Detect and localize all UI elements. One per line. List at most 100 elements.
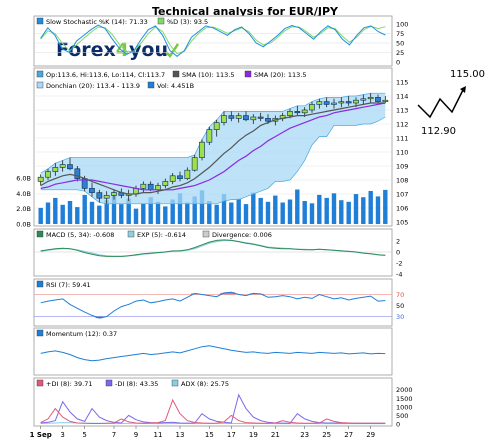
volume-bar [67, 201, 73, 224]
stochastic-tick-label: 75 [396, 30, 404, 38]
macd-tick-label: -2 [396, 260, 402, 268]
adx-tick-label: 2000 [396, 386, 413, 394]
candle-body [309, 104, 315, 111]
adx-legend-mdi-swatch [105, 379, 113, 387]
price-legend-ohlc-swatch [36, 70, 44, 78]
candle-body [89, 188, 95, 193]
volume-bar [155, 201, 161, 224]
price-tick-label: 112 [396, 121, 408, 129]
x-axis-tick-label: 29 [366, 431, 375, 439]
volume-bar [236, 198, 241, 224]
candle-body [345, 101, 352, 104]
price-tick-label: 111 [396, 135, 408, 143]
volume-bar [339, 200, 344, 224]
adx-legend-pdi: +DI (8): 39.71 [46, 380, 93, 388]
rsi-legend-swatch [36, 280, 44, 288]
candle-body [294, 111, 301, 114]
svg-text:Forex4you: Forex4you [56, 39, 168, 61]
candle-body [265, 118, 271, 122]
macd-legend-macd-swatch [36, 230, 44, 238]
volume-bar [133, 208, 139, 224]
candle-body [250, 116, 257, 121]
volume-bar [280, 202, 285, 224]
volume-bar [75, 207, 80, 224]
volume-bar [45, 202, 51, 224]
x-axis-tick-label: 15 [205, 431, 214, 439]
volume-tick-label: 6.0B [16, 175, 31, 183]
candle-body [147, 183, 154, 191]
candle-body [316, 101, 323, 105]
x-axis-tick-label: 21 [271, 431, 280, 439]
stochastic-legend-d: %D (3): 93.5 [167, 18, 208, 26]
volume-bar [375, 196, 381, 224]
x-axis-tick-label: 23 [300, 431, 309, 439]
candle-body [184, 169, 191, 179]
volume-bar [141, 203, 146, 224]
rsi-tick-label: 30 [396, 313, 404, 321]
candle-body [111, 192, 117, 196]
candle-body [353, 99, 359, 104]
momentum-legend-swatch [36, 329, 44, 337]
candle-body [96, 192, 103, 199]
volume-bar [346, 201, 351, 224]
price-legend-ohlc: Op:113.6, Hi:113.6, Lo:114, Cl:113.7 [46, 71, 165, 79]
price-legend-volume: Vol: 4.451B [157, 82, 194, 90]
volume-bar [368, 191, 373, 224]
volume-bar [273, 195, 278, 224]
candle-body [213, 122, 220, 130]
price-legend-sma10: SMA (10): 113.5 [182, 71, 234, 79]
volume-tick-label: 2.0B [16, 205, 31, 213]
volume-bar [89, 201, 95, 224]
price-tick-label: 110 [396, 149, 408, 157]
price-legend-volume-swatch [147, 81, 155, 89]
forex4you-logo: Forex4you [56, 39, 180, 61]
candle-body [59, 164, 66, 168]
price-tick-label: 107 [396, 191, 408, 199]
x-axis-tick-label: 25 [322, 431, 331, 439]
price-legend-sma20-swatch [244, 70, 252, 78]
adx-legend-mdi: -DI (8): 43.35 [115, 380, 158, 388]
volume-bar [324, 197, 329, 224]
adx-tick-label: 1000 [396, 403, 413, 411]
candle-body [235, 115, 242, 119]
x-axis-tick-label: 13 [176, 431, 185, 439]
x-axis-tick-label: 11 [154, 431, 163, 439]
volume-bar [331, 193, 337, 224]
price-legend-sma20: SMA (20): 113.5 [254, 71, 306, 79]
volume-bar [185, 202, 190, 224]
candle-body [199, 141, 205, 158]
adx-tick-label: 500 [396, 412, 408, 420]
macd-legend-divergence: Divergence: 0.006 [212, 231, 272, 239]
price-tick-label: 106 [396, 205, 408, 213]
x-axis-tick-label: 17 [227, 431, 236, 439]
candle-body [45, 171, 51, 178]
stochastic-tick-label: 0 [396, 59, 400, 67]
candle-body [67, 164, 73, 170]
momentum-legend: Momentum (12): 0.37 [46, 330, 117, 338]
price-tick-label: 113 [396, 107, 408, 115]
candle-body [243, 115, 249, 121]
volume-bar [295, 189, 300, 224]
x-axis-tick-label: 9 [134, 431, 138, 439]
candle-body [301, 109, 308, 114]
volume-bar [265, 201, 271, 224]
candle-body [221, 115, 227, 123]
x-axis-tick-label: 27 [344, 431, 353, 439]
candle-body [228, 115, 235, 119]
candle-body [323, 101, 330, 105]
volume-bar [353, 194, 359, 224]
price-tick-label: 109 [396, 163, 408, 171]
candle-body [169, 175, 176, 182]
stochastic-legend-d-swatch [157, 17, 165, 25]
candle-body [37, 176, 44, 182]
volume-bar [287, 199, 293, 224]
volume-bar [317, 194, 322, 224]
candle-body [155, 185, 161, 191]
stochastic-legend-k: Slow Stochastic %K (14): 71.33 [46, 18, 148, 26]
volume-bar [309, 203, 315, 224]
candle-body [360, 98, 367, 101]
macd-legend-exp-swatch [127, 230, 135, 238]
volume-bar [302, 201, 307, 224]
volume-bar [119, 204, 124, 224]
macd-legend-exp: EXP (5): -0.614 [137, 231, 186, 239]
